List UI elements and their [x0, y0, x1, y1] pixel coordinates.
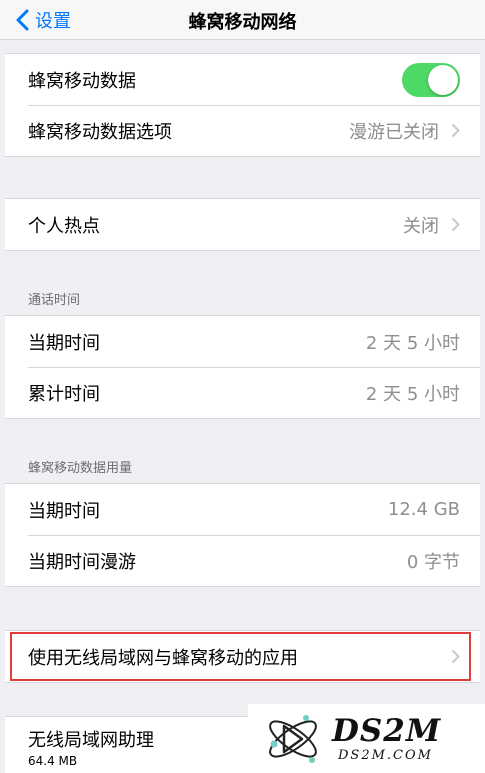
usage-current-label: 当期时间	[28, 500, 100, 522]
call-time-group: 当期时间 2 天 5 小时 累计时间 2 天 5 小时	[5, 315, 480, 419]
chevron-right-icon	[451, 217, 460, 232]
navigation-bar: 设置 蜂窝移动网络	[0, 0, 485, 40]
wifi-assist-label: 无线局域网助理	[28, 730, 154, 751]
toggle-knob	[428, 64, 458, 95]
cellular-data-row: 蜂窝移动数据	[5, 54, 480, 105]
cellular-options-label: 蜂窝移动数据选项	[28, 121, 172, 143]
watermark: DS2M DS2M.COM	[248, 704, 485, 773]
call-current-value: 2 天 5 小时	[365, 332, 460, 354]
cellular-data-toggle[interactable]	[402, 62, 460, 97]
usage-roaming-value: 0 字节	[406, 551, 460, 573]
watermark-text: DS2M	[332, 713, 442, 749]
page-title: 蜂窝移动网络	[188, 12, 297, 33]
watermark-subtext: DS2M.COM	[338, 748, 433, 763]
wifi-assist-size: 64.4 MB	[28, 754, 78, 768]
call-lifetime-row: 累计时间 2 天 5 小时	[5, 367, 480, 418]
usage-current-value: 12.4 GB	[387, 499, 460, 520]
call-time-header: 通话时间	[28, 293, 81, 308]
chevron-right-icon	[451, 123, 460, 138]
usage-current-row: 当期时间 12.4 GB	[5, 484, 480, 535]
usage-header: 蜂窝移动数据用量	[28, 461, 133, 476]
call-lifetime-label: 累计时间	[28, 383, 100, 405]
cellular-group: 蜂窝移动数据 蜂窝移动数据选项 漫游已关闭	[5, 53, 480, 157]
cellular-options-value: 漫游已关闭	[349, 121, 439, 143]
atom-logo-icon	[269, 714, 317, 763]
highlight-box	[10, 632, 471, 681]
cellular-options-row[interactable]: 蜂窝移动数据选项 漫游已关闭	[5, 105, 480, 156]
hotspot-label: 个人热点	[28, 215, 100, 237]
call-current-row: 当期时间 2 天 5 小时	[5, 316, 480, 367]
hotspot-group: 个人热点 关闭	[5, 198, 480, 251]
hotspot-row[interactable]: 个人热点 关闭	[5, 199, 480, 250]
usage-group: 当期时间 12.4 GB 当期时间漫游 0 字节	[5, 483, 480, 587]
cellular-data-label: 蜂窝移动数据	[28, 70, 136, 92]
call-current-label: 当期时间	[28, 332, 100, 354]
hotspot-value: 关闭	[403, 215, 439, 237]
usage-roaming-label: 当期时间漫游	[28, 551, 136, 573]
usage-roaming-row: 当期时间漫游 0 字节	[5, 535, 480, 586]
call-lifetime-value: 2 天 5 小时	[365, 383, 460, 405]
